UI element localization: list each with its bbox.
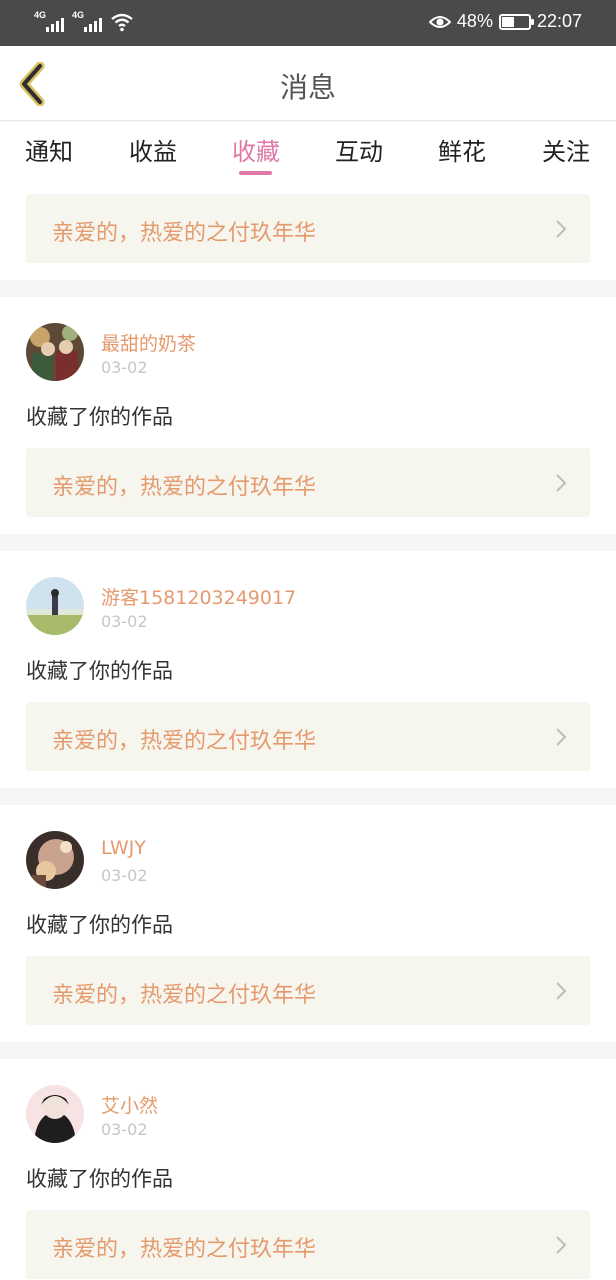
clock: 22:07 [536,11,582,31]
app-header: 消息 [0,46,616,121]
username[interactable]: 游客1581203249017 [101,583,296,610]
list-item: 亲爱的，热爱的之付玖年华 [0,180,616,280]
tab-follows[interactable]: 关注 [542,132,590,167]
status-bar: 4G 4G 48% 22:07 [0,0,616,46]
work-title: 亲爱的，热爱的之付玖年华 [52,729,317,754]
cellular-signal-icon: 4G [34,10,64,32]
username[interactable]: 艾小然 [101,1091,158,1118]
username[interactable]: 最甜的奶茶 [101,329,196,356]
avatar[interactable] [26,831,84,889]
cellular-signal-icon: 4G [72,10,102,32]
tab-interactions[interactable]: 互动 [335,132,383,167]
battery-icon [498,13,534,30]
action-text: 收藏了你的作品 [26,405,173,429]
active-tab-indicator [239,171,272,175]
page-title: 消息 [279,71,336,104]
tab-notifications[interactable]: 通知 [25,132,73,167]
work-title: 亲爱的，热爱的之付玖年华 [52,1237,317,1262]
chevron-right-icon [556,220,567,238]
list-item: 最甜的奶茶 03-02 收藏了你的作品 亲爱的，热爱的之付玖年华 [0,297,616,534]
avatar[interactable] [26,323,84,381]
chevron-right-icon [556,728,567,746]
tab-flowers[interactable]: 鲜花 [438,132,486,167]
chevron-right-icon [556,1236,567,1254]
list-item: 游客1581203249017 03-02 收藏了你的作品 亲爱的，热爱的之付玖… [0,551,616,788]
tab-favorites[interactable]: 收藏 [232,132,280,167]
date: 03-02 [101,1120,148,1139]
avatar[interactable] [26,1085,84,1143]
tab-bar: 通知 收益 收藏 互动 鲜花 关注 [0,122,616,180]
work-title: 亲爱的，热爱的之付玖年华 [52,983,317,1008]
date: 03-02 [101,866,148,885]
battery-percent: 48% [456,11,493,31]
date: 03-02 [101,612,148,631]
work-link[interactable]: 亲爱的，热爱的之付玖年华 [26,956,590,1025]
eye-comfort-icon [428,15,451,28]
action-text: 收藏了你的作品 [26,913,173,937]
work-link[interactable]: 亲爱的，热爱的之付玖年华 [26,702,590,771]
username[interactable]: LWJY [101,837,146,859]
work-link[interactable]: 亲爱的，热爱的之付玖年华 [26,194,590,263]
work-title: 亲爱的，热爱的之付玖年华 [52,221,317,246]
wifi-icon [111,13,133,32]
chevron-right-icon [556,474,567,492]
work-link[interactable]: 亲爱的，热爱的之付玖年华 [26,448,590,517]
work-link[interactable]: 亲爱的，热爱的之付玖年华 [26,1210,590,1279]
work-title: 亲爱的，热爱的之付玖年华 [52,475,317,500]
tab-earnings[interactable]: 收益 [129,132,177,167]
date: 03-02 [101,358,148,377]
list-item: LWJY 03-02 收藏了你的作品 亲爱的，热爱的之付玖年华 [0,805,616,1042]
action-text: 收藏了你的作品 [26,659,173,683]
chevron-right-icon [556,982,567,1000]
avatar[interactable] [26,577,84,635]
action-text: 收藏了你的作品 [26,1167,173,1191]
list-item: 艾小然 03-02 收藏了你的作品 亲爱的，热爱的之付玖年华 [0,1059,616,1280]
